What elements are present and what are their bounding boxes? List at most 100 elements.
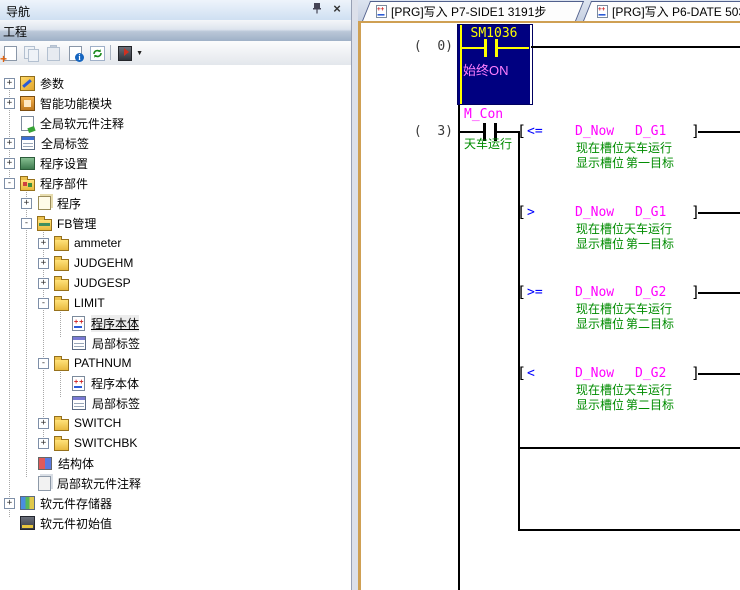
ladder-body-icon [72, 376, 85, 391]
display-mode-dropdown-button[interactable]: ▼ [116, 44, 134, 62]
ladder-body-icon: ++ [597, 5, 608, 18]
tree-item-device-initial-value[interactable]: 软元件初始值 [0, 513, 351, 533]
ladder-canvas[interactable]: ( 0) SM1036 始终ON ( 3) M_Con 天车运行 [ <= D_… [361, 23, 740, 590]
tree-item-switchbk[interactable]: +SWITCHBK [0, 433, 351, 453]
paste-button[interactable] [44, 44, 62, 62]
operand-right: D_G2 [635, 366, 666, 381]
expand-toggle[interactable]: + [38, 278, 49, 289]
operand-comment: 第二目标 [626, 315, 674, 332]
tree-item-program-setting[interactable]: +程序设置 [0, 153, 351, 173]
expand-toggle[interactable]: + [38, 438, 49, 449]
tree-item-pathnum-local-label[interactable]: 局部标签 [0, 393, 351, 413]
tree-item-pathnum-program-body[interactable]: 程序本体 [0, 373, 351, 393]
expand-toggle[interactable]: + [4, 78, 15, 89]
new-data-button[interactable]: + [1, 44, 19, 62]
tree-item-switch[interactable]: +SWITCH [0, 413, 351, 433]
ladder-body-icon: ++ [376, 5, 387, 18]
fb-folder-icon [54, 299, 69, 311]
property-button[interactable]: i [66, 44, 84, 62]
global-label-icon [21, 136, 35, 150]
tree-item-device-memory[interactable]: +软元件存储器 [0, 493, 351, 513]
expand-toggle[interactable]: - [38, 358, 49, 369]
program-icon [38, 196, 51, 210]
operand-left: D_Now [575, 124, 614, 139]
open-bracket: [ [517, 203, 526, 221]
refresh-icon [90, 46, 105, 61]
toolbar-separator [110, 45, 111, 60]
operand-comment: 显示槽位 [576, 154, 624, 171]
rung-line [698, 131, 740, 133]
expand-toggle[interactable]: + [21, 198, 32, 209]
tree-item-fb-manage[interactable]: -FB管理 [0, 213, 351, 233]
svg-text:++: ++ [377, 6, 385, 13]
fb-folder-icon [54, 439, 69, 451]
tree-item-judgehm[interactable]: +JUDGEHM [0, 253, 351, 273]
local-label-icon [72, 336, 86, 350]
expand-toggle[interactable]: + [4, 138, 15, 149]
pin-icon[interactable] [309, 2, 325, 17]
tree-item-limit[interactable]: -LIMIT [0, 293, 351, 313]
expand-toggle[interactable]: + [4, 498, 15, 509]
tree-item-global-label[interactable]: +全局标签 [0, 133, 351, 153]
compare-branch[interactable]: [ <= D_Now D_G1 ] 现在槽位 天车运行 显示槽位 第一目标 [361, 122, 740, 182]
step-number-0: ( 0) [389, 39, 453, 54]
tree-item-limit-local-label[interactable]: 局部标签 [0, 333, 351, 353]
navigation-panel: 导航 × 工程 + i ▼ +参数 +智能功能模块 全局软元件注 [0, 0, 351, 590]
intelligent-module-icon [20, 96, 35, 111]
operand-comment: 第一目标 [626, 154, 674, 171]
open-bracket: [ [517, 122, 526, 140]
expand-toggle[interactable]: + [4, 158, 15, 169]
copy-button[interactable] [22, 44, 40, 62]
tree-item-pou[interactable]: -程序部件 [0, 173, 351, 193]
contact-wire [498, 47, 529, 49]
expand-toggle[interactable]: + [38, 418, 49, 429]
open-bracket: [ [517, 283, 526, 301]
ladder-body-icon [72, 316, 85, 331]
caret-down-icon: ▼ [136, 50, 143, 57]
tree-item-pathnum[interactable]: -PATHNUM [0, 353, 351, 373]
info-icon: i [75, 53, 84, 62]
operand-left: D_Now [575, 285, 614, 300]
operand-comment: 显示槽位 [576, 396, 624, 413]
fb-folder-icon [54, 419, 69, 431]
project-header-label: 工程 [3, 23, 27, 40]
rung-line [698, 212, 740, 214]
contact-device-label: M_Con [464, 107, 503, 122]
tree-item-intelligent-module[interactable]: +智能功能模块 [0, 93, 351, 113]
tree-item-limit-program-body[interactable]: 程序本体 [0, 313, 351, 333]
expand-toggle[interactable]: - [21, 218, 32, 229]
selected-cell[interactable]: SM1036 始终ON [457, 24, 533, 105]
compare-operator: <= [527, 124, 543, 139]
tab-prg-p7-side1[interactable]: ++ [PRG]写入 P7-SIDE1 3191步 [362, 1, 576, 21]
tree-item-structure[interactable]: 结构体 [0, 453, 351, 473]
update-button[interactable] [88, 44, 106, 62]
contact-device-label: SM1036 [458, 26, 530, 41]
tree-item-parameter[interactable]: +参数 [0, 73, 351, 93]
contact-wire [462, 47, 484, 49]
compare-branch[interactable]: [ < D_Now D_G2 ] 现在槽位 天车运行 显示槽位 第二目标 [361, 364, 740, 424]
close-icon[interactable]: × [329, 2, 345, 17]
expand-toggle[interactable]: + [4, 98, 15, 109]
compare-operator: >= [527, 285, 543, 300]
tree-item-judgesp[interactable]: +JUDGESP [0, 273, 351, 293]
tree-item-program[interactable]: +程序 [0, 193, 351, 213]
tab-label: [PRG]写入 P7-SIDE1 3191步 [391, 3, 546, 20]
tree-item-local-device-comment[interactable]: 局部软元件注释 [0, 473, 351, 493]
operand-right: D_G2 [635, 285, 666, 300]
contact-device-comment: 始终ON [463, 60, 509, 79]
expand-toggle[interactable]: - [38, 298, 49, 309]
expand-toggle[interactable]: - [4, 178, 15, 189]
expand-toggle[interactable]: + [38, 258, 49, 269]
rung-line [698, 373, 740, 375]
compare-branch[interactable]: [ >= D_Now D_G2 ] 现在槽位 天车运行 显示槽位 第二目标 [361, 283, 740, 343]
document-tab-bar: ++ [PRG]写入 P7-SIDE1 3191步 ++ [PRG]写入 P6-… [358, 0, 740, 22]
expand-toggle[interactable]: + [38, 238, 49, 249]
tree-item-global-device-comment[interactable]: 全局软元件注释 [0, 113, 351, 133]
structure-icon [38, 457, 52, 470]
operand-comment: 显示槽位 [576, 315, 624, 332]
compare-branch[interactable]: [ > D_Now D_G1 ] 现在槽位 天车运行 显示槽位 第一目标 [361, 203, 740, 263]
branch-line [518, 447, 740, 449]
tree-item-ammeter[interactable]: +ammeter [0, 233, 351, 253]
tab-prg-p6-date[interactable]: ++ [PRG]写入 P6-DATE 503步 [583, 1, 740, 21]
compare-operator: > [527, 205, 535, 220]
